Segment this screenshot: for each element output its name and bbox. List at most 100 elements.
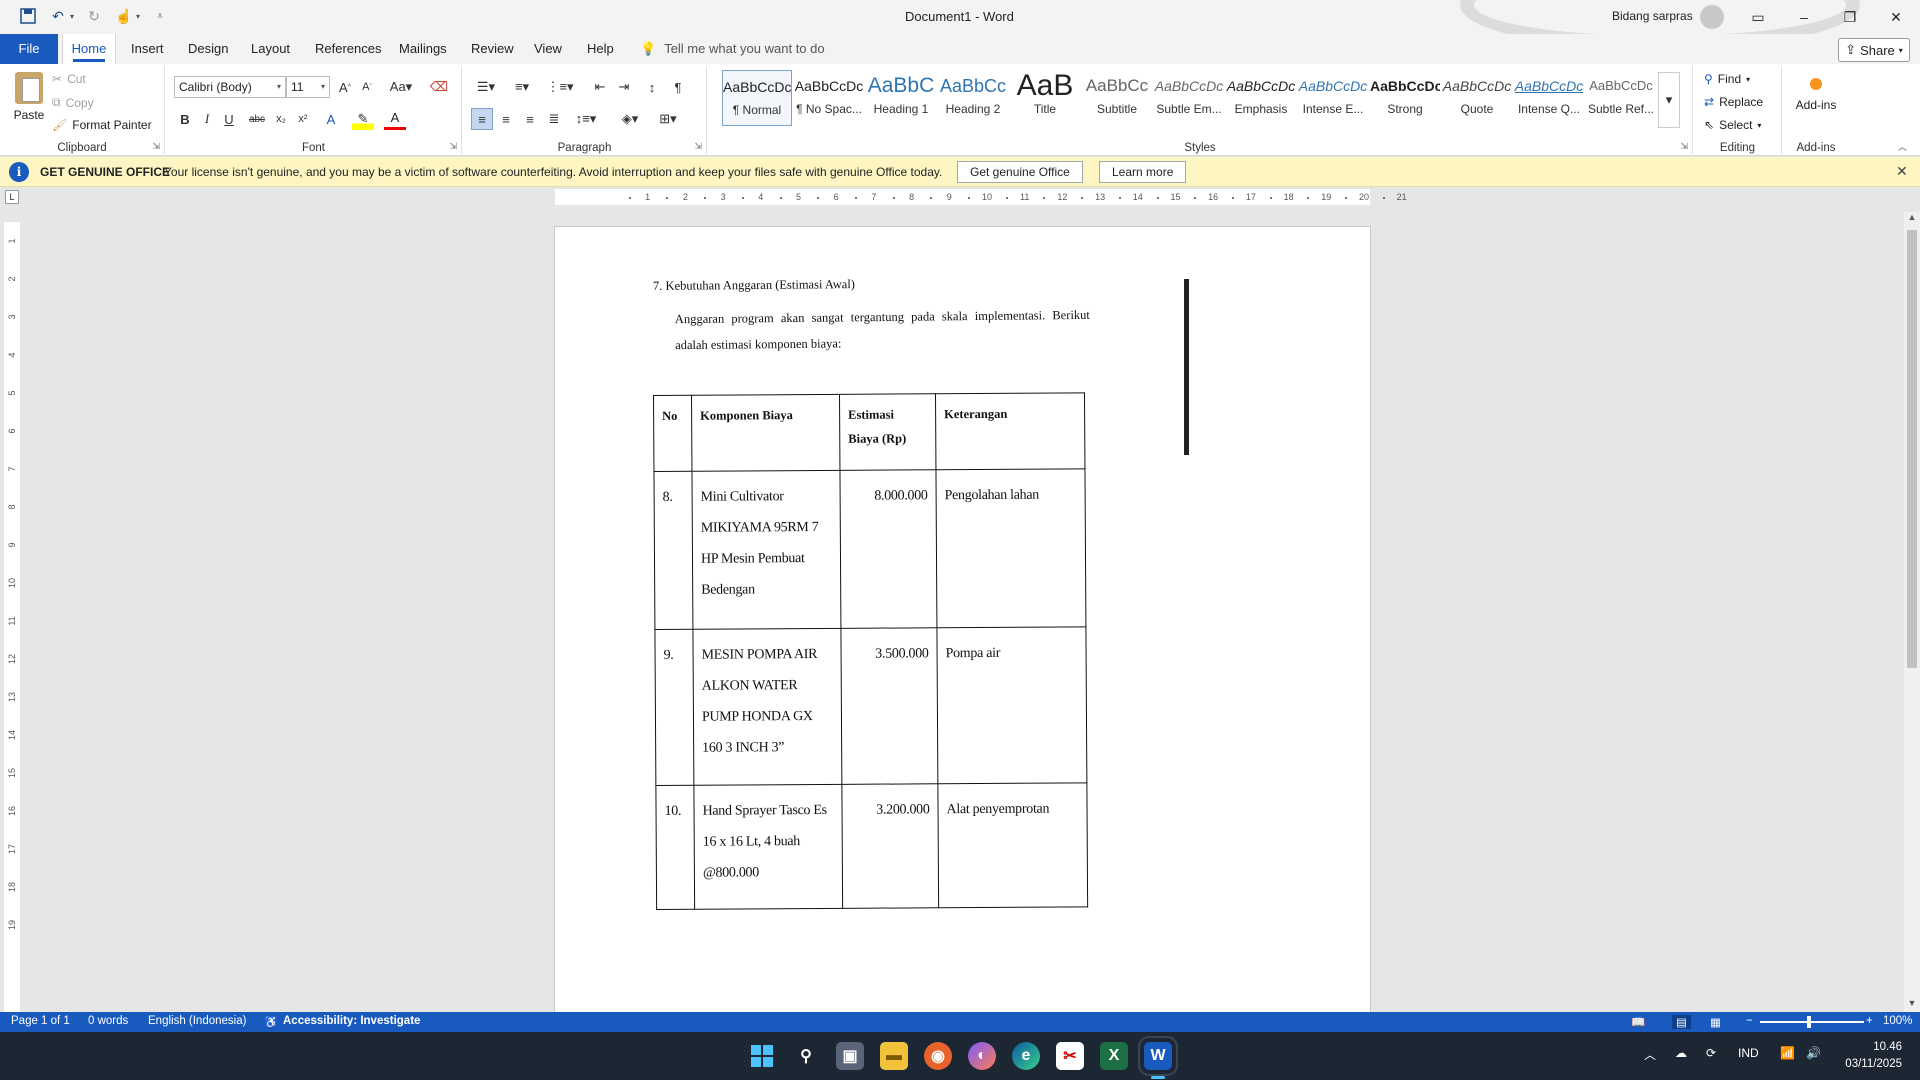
share-button[interactable]: ⇪ Share ▾ [1838,38,1910,62]
style-heading-2[interactable]: AaBbCc Heading 2 [938,70,1008,126]
dialog-launcher-icon[interactable]: ⇲ [449,141,457,152]
dialog-launcher-icon[interactable]: ⇲ [1680,141,1688,152]
format-painter-button[interactable]: 🖌 Format Painter [52,118,152,132]
file-explorer-icon[interactable]: ▬ [880,1042,908,1070]
style-subtle-emphasis[interactable]: AaBbCcDc Subtle Em... [1154,70,1224,126]
style-title[interactable]: AaB Title [1010,70,1080,126]
undo-icon[interactable]: ↶ [48,6,68,26]
justify-icon[interactable]: ≣ [543,108,565,130]
bullets-icon[interactable]: ☰▾ [471,76,501,98]
avatar[interactable] [1700,5,1724,29]
borders-icon[interactable]: ⊞▾ [653,108,683,130]
shrink-font-button[interactable]: Aˇ [356,76,378,98]
text-effects-icon[interactable]: A [320,108,342,130]
user-name[interactable]: Bidang sarpras [1612,9,1693,23]
tab-layout[interactable]: Layout [245,34,296,64]
tab-review[interactable]: Review [465,34,520,64]
collapse-ribbon-icon[interactable]: ︿ [1898,140,1907,153]
minimize-button[interactable]: – [1781,0,1827,34]
task-view-icon[interactable]: ▣ [836,1042,864,1070]
sync-icon[interactable]: ⟳ [1706,1046,1716,1060]
tab-selector[interactable]: L [5,190,19,204]
find-button[interactable]: ⚲ Find ▾ [1704,72,1750,86]
zoom-level[interactable]: 100% [1883,1015,1912,1027]
read-mode-icon[interactable]: 📖 [1631,1015,1645,1029]
word-count[interactable]: 0 words [88,1015,128,1027]
tab-view[interactable]: View [528,34,568,64]
redo-icon[interactable]: ↻ [84,6,104,26]
line-spacing-icon[interactable]: ↕≡▾ [571,108,601,130]
chevron-up-icon[interactable]: ︿ [1644,1046,1656,1063]
addins-button[interactable]: Add-ins [1783,74,1849,112]
show-marks-icon[interactable]: ¶ [667,76,689,98]
word-icon[interactable]: W [1138,1036,1178,1076]
zoom-in-icon[interactable]: + [1866,1015,1873,1027]
volume-icon[interactable]: 🔊 [1806,1046,1821,1060]
vertical-ruler[interactable]: 1 2 3 4 5 6 7 8 9 10 11 12 13 14 15 16 17 18 19 [4,222,20,1012]
scroll-up-icon[interactable]: ▲ [1904,212,1920,226]
language[interactable]: English (Indonesia) [148,1015,246,1027]
style-intense-quote[interactable]: AaBbCcDc Intense Q... [1514,70,1584,126]
restore-button[interactable]: ❐ [1827,0,1873,34]
style-heading-1[interactable]: AaBbC Heading 1 [866,70,936,126]
zoom-out-icon[interactable]: − [1746,1015,1753,1027]
font-size-select[interactable]: 11 ▾ [286,76,330,98]
subscript-button[interactable]: x₂ [270,108,292,130]
clear-formatting-icon[interactable]: ⌫ [428,76,450,98]
print-layout-icon[interactable]: ▤ [1672,1015,1691,1029]
document-page[interactable]: 7. Kebutuhan Anggaran (Estimasi Awal) An… [555,227,1370,1014]
copy-button[interactable]: ⧉ Copy [52,95,94,110]
multilevel-list-icon[interactable]: ⋮≡▾ [545,76,575,98]
sort-icon[interactable]: ↕ [641,76,663,98]
style-quote[interactable]: AaBbCcDc Quote [1442,70,1512,126]
snipping-tool-icon[interactable]: ✂ [1056,1042,1084,1070]
italic-button[interactable]: I [196,108,218,130]
close-button[interactable]: ✕ [1873,0,1919,34]
zoom-slider[interactable] [1760,1021,1864,1023]
horizontal-ruler[interactable]: 1 2 3 4 5 6 7 8 9 10 11 12 13 14 15 16 17 18 19 20 21 [555,189,1407,205]
highlight-icon[interactable]: ✎ [352,108,374,130]
cut-button[interactable]: ✂ Cut [52,72,86,86]
save-icon[interactable] [18,6,38,26]
decrease-indent-icon[interactable]: ⇤ [589,76,611,98]
style-subtitle[interactable]: AaBbCc Subtitle [1082,70,1152,126]
scroll-down-icon[interactable]: ▼ [1904,998,1920,1012]
underline-button[interactable]: U [218,108,240,130]
windows-start-icon[interactable] [748,1042,776,1070]
page-count[interactable]: Page 1 of 1 [11,1015,70,1027]
tab-insert[interactable]: Insert [125,34,170,64]
superscript-button[interactable]: x² [292,108,314,130]
tab-home[interactable]: Home [62,34,116,64]
align-center-icon[interactable]: ≡ [495,108,517,130]
vertical-scrollbar[interactable]: ▲ ▼ [1904,212,1920,1012]
edge-icon[interactable]: e [1012,1042,1040,1070]
styles-more-icon[interactable]: ▾ [1658,72,1680,128]
web-layout-icon[interactable]: ▦ [1710,1015,1721,1029]
style-subtle-reference[interactable]: AaBbCcDc Subtle Ref... [1586,70,1656,126]
accessibility-status[interactable]: Accessibility: Investigate [283,1015,420,1027]
excel-icon[interactable]: X [1100,1042,1128,1070]
dialog-launcher-icon[interactable]: ⇲ [694,141,702,152]
align-left-icon[interactable]: ≡ [471,108,493,130]
tab-references[interactable]: References [309,34,387,64]
increase-indent-icon[interactable]: ⇥ [613,76,635,98]
grow-font-button[interactable]: A ^ [334,76,356,98]
system-clock[interactable]: 10.46 03/11/2025 [1838,1039,1902,1073]
style-strong[interactable]: AaBbCcDc Strong [1370,70,1440,126]
wifi-icon[interactable]: 📶 [1780,1046,1795,1060]
replace-button[interactable]: ⇄ Replace [1704,95,1763,109]
strikethrough-button[interactable]: abc [246,108,268,130]
copilot-icon[interactable]: ◐ [968,1042,996,1070]
close-icon[interactable]: ✕ [1896,163,1908,180]
change-case-button[interactable]: Aa▾ [386,76,416,98]
zoom-slider-thumb[interactable] [1807,1016,1811,1028]
shading-icon[interactable]: ◈▾ [615,108,645,130]
tell-me-search[interactable]: 💡 Tell me what you want to do [640,34,825,64]
tab-mailings[interactable]: Mailings [393,34,453,64]
search-icon[interactable]: ⚲ [792,1042,820,1070]
customize-qat-icon[interactable]: ⩡ [150,6,170,26]
dialog-launcher-icon[interactable]: ⇲ [152,141,160,152]
tab-design[interactable]: Design [182,34,234,64]
get-genuine-button[interactable]: Get genuine Office [957,161,1083,183]
chevron-down-icon[interactable]: ▾ [136,12,140,21]
